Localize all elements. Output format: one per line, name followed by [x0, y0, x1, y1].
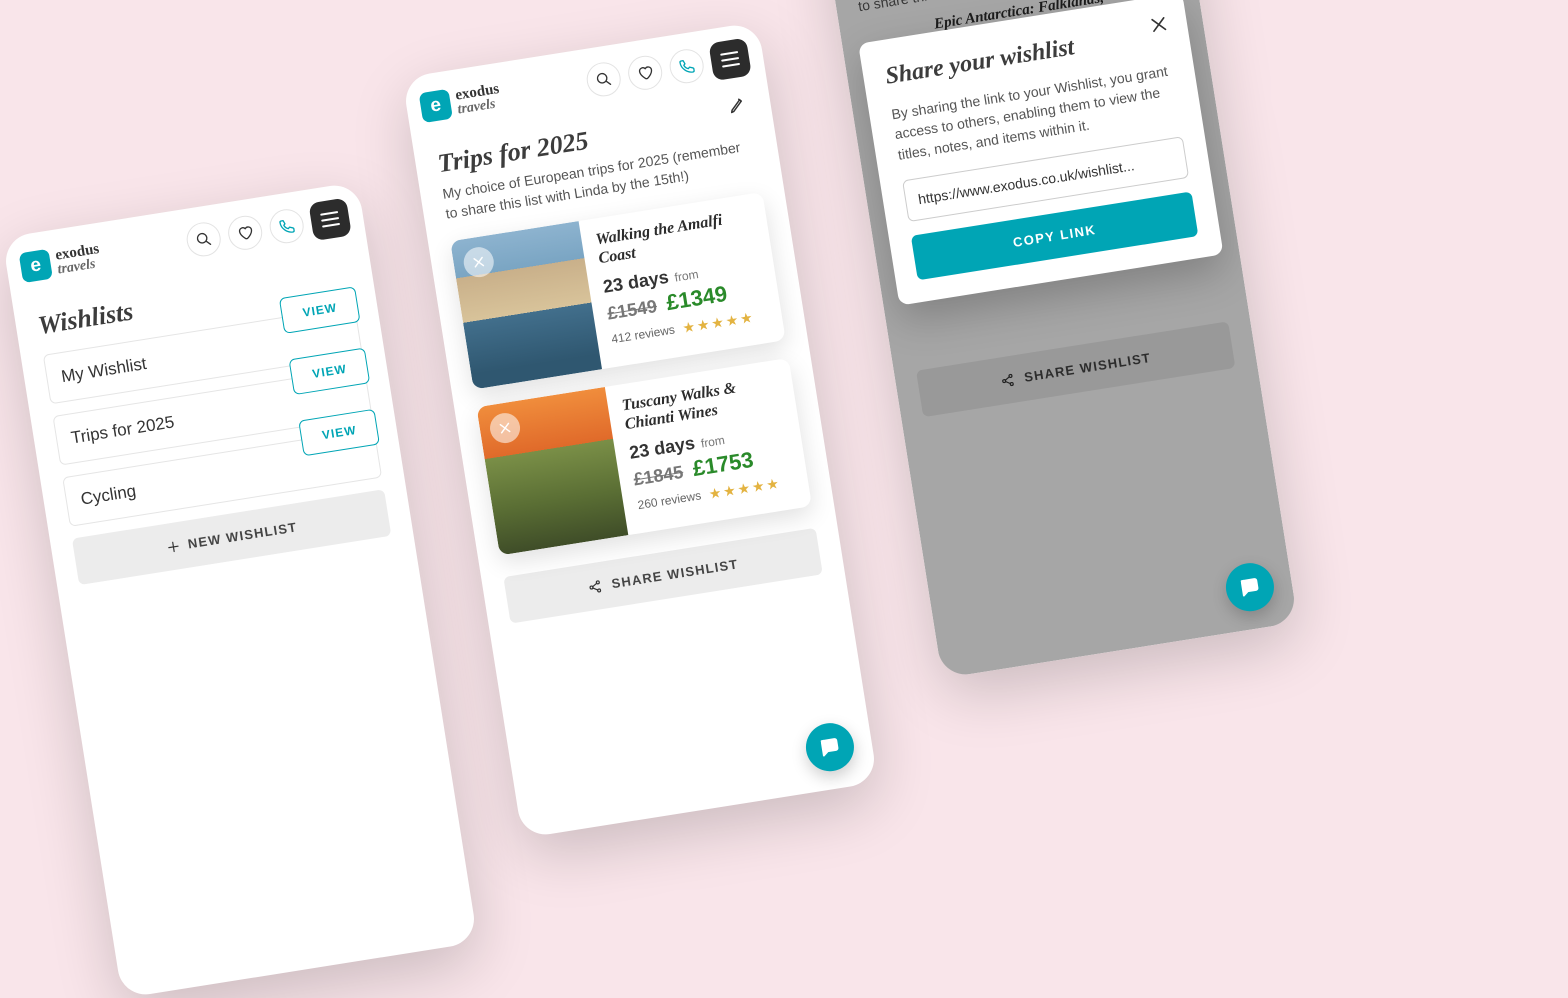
phone-share-dialog: Trips for 2025 My choice of European tri…	[822, 0, 1298, 678]
review-count: 260 reviews	[637, 488, 702, 512]
phone-wishlist-detail: e exodus travels Trips for 2025 My choic…	[402, 22, 878, 839]
from-label: from	[674, 267, 700, 285]
wishlist-name: Trips for 2025	[70, 412, 176, 447]
from-label: from	[700, 433, 726, 451]
review-count: 412 reviews	[610, 322, 675, 346]
brand-logo[interactable]: e exodus travels	[19, 241, 103, 283]
heart-icon[interactable]	[626, 53, 665, 92]
wishlist-name: My Wishlist	[60, 354, 148, 386]
search-icon[interactable]	[184, 220, 223, 259]
old-price: £1549	[606, 296, 659, 325]
phone-icon[interactable]	[267, 207, 306, 246]
edit-icon[interactable]	[727, 94, 748, 120]
logo-mark: e	[419, 89, 453, 123]
share-icon	[587, 579, 603, 595]
chat-icon	[817, 735, 842, 760]
share-dialog: Share your wishlist By sharing the link …	[858, 0, 1223, 305]
logo-mark: e	[19, 249, 53, 283]
brand-logo[interactable]: e exodus travels	[419, 81, 503, 123]
close-icon[interactable]	[1143, 9, 1175, 41]
star-rating: ★★★★★	[708, 474, 783, 502]
logo-text: exodus travels	[454, 81, 502, 117]
remove-trip-icon[interactable]	[488, 411, 522, 445]
menu-button[interactable]	[708, 38, 751, 81]
chat-fab[interactable]	[802, 720, 857, 775]
trip-card[interactable]: Tuscany Walks & Chianti Wines 23 days fr…	[476, 358, 812, 556]
remove-trip-icon[interactable]	[462, 245, 496, 279]
wishlist-name: Cycling	[79, 481, 137, 508]
heart-icon[interactable]	[226, 213, 265, 252]
star-rating: ★★★★★	[681, 308, 756, 336]
trip-image	[450, 221, 602, 389]
menu-button[interactable]	[308, 198, 351, 241]
plus-icon	[165, 538, 181, 554]
phone-wishlists: e exodus travels Wishlists VIEW My Wishl…	[2, 182, 478, 998]
search-icon[interactable]	[584, 60, 623, 99]
old-price: £1845	[632, 461, 685, 490]
chat-icon	[1237, 575, 1262, 600]
phone-icon[interactable]	[667, 47, 706, 86]
trip-image	[476, 387, 628, 555]
logo-text: exodus travels	[54, 241, 102, 277]
